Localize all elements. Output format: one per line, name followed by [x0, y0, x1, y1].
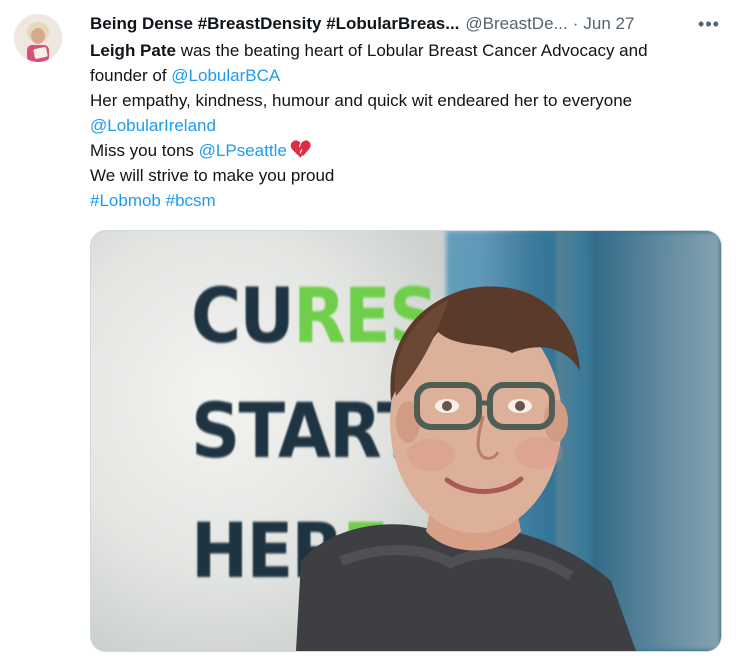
- separator-dot: ·: [572, 14, 579, 33]
- mention-lobularbca[interactable]: @LobularBCA: [171, 66, 280, 85]
- mention-lpseattle[interactable]: @LPseattle: [199, 141, 287, 160]
- author-handle[interactable]: @BreastDe...: [465, 14, 567, 34]
- tweet-header: Being Dense #BreastDensity #LobularBreas…: [90, 12, 738, 36]
- broken-heart-icon: [290, 140, 311, 158]
- tweet-line-5-text: Miss you tons: [90, 141, 199, 160]
- avatar[interactable]: [14, 14, 62, 62]
- tweet-line-3: Her empathy, kindness, humour and quick …: [90, 91, 633, 110]
- author-name[interactable]: Being Dense #BreastDensity #LobularBreas…: [90, 14, 459, 34]
- more-icon[interactable]: •••: [698, 14, 720, 34]
- tweet-line-5: Miss you tons @LPseattle: [90, 138, 730, 163]
- hashtag-lobmob[interactable]: #Lobmob: [90, 191, 161, 210]
- hashtag-bcsm[interactable]: #bcsm: [166, 191, 216, 210]
- tweet-article[interactable]: Being Dense #BreastDensity #LobularBreas…: [0, 0, 750, 656]
- tweet-line-2-text: founder of: [90, 66, 172, 85]
- tweet-text: Leigh Pate was the beating heart of Lobu…: [90, 38, 730, 213]
- mention-leigh-pate[interactable]: Leigh Pate: [90, 41, 176, 60]
- person-portrait: [296, 286, 636, 651]
- tweet-line-7: #Lobmob #bcsm: [90, 188, 730, 213]
- tweet-photo[interactable]: CURES START HERE: [90, 230, 722, 652]
- tweet-line-1-text: was the beating heart of Lobular Breast …: [175, 41, 648, 60]
- tweet-line-1: Leigh Pate was the beating heart of Lobu…: [90, 38, 730, 63]
- tweet-date[interactable]: Jun 27: [583, 14, 634, 34]
- avatar-icon: [14, 14, 62, 62]
- tweet-line-6: We will strive to make you proud: [90, 166, 335, 185]
- mention-lobularireland[interactable]: @LobularIreland: [90, 113, 730, 138]
- tweet-line-2: founder of @LobularBCA: [90, 63, 730, 88]
